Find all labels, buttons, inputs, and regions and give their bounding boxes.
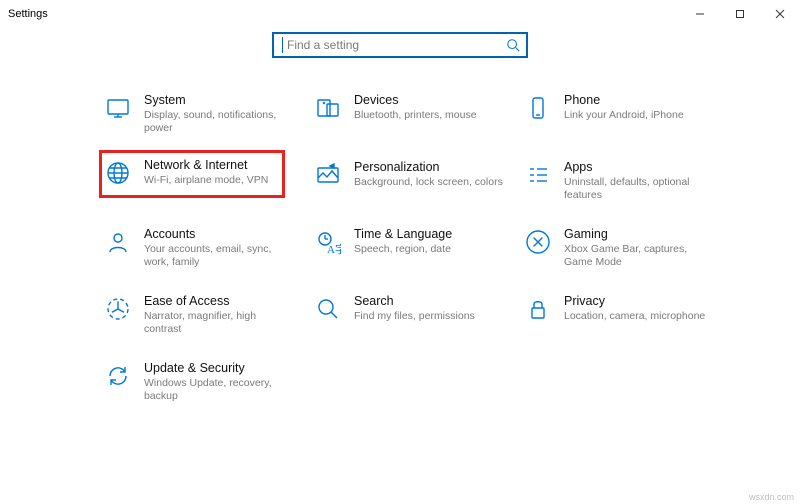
tile-desc: Windows Update, recovery, backup — [144, 377, 294, 403]
tile-privacy[interactable]: PrivacyLocation, camera, microphone — [524, 293, 724, 323]
tile-update[interactable]: Update & SecurityWindows Update, recover… — [104, 360, 304, 403]
tile-desc: Link your Android, iPhone — [564, 109, 714, 122]
search-icon — [506, 38, 520, 55]
tile-desc: Uninstall, defaults, optional features — [564, 176, 714, 202]
tile-desc: Xbox Game Bar, captures, Game Mode — [564, 243, 714, 269]
gaming-icon — [524, 228, 552, 256]
search-placeholder: Find a setting — [287, 38, 359, 52]
privacy-icon — [524, 295, 552, 323]
system-icon — [104, 94, 132, 122]
tile-text: Ease of AccessNarrator, magnifier, high … — [144, 293, 294, 336]
tile-text: PersonalizationBackground, lock screen, … — [354, 159, 504, 189]
window-controls — [680, 0, 800, 28]
tile-text: Update & SecurityWindows Update, recover… — [144, 360, 294, 403]
tile-title: Accounts — [144, 226, 294, 242]
devices-icon — [314, 94, 342, 122]
tile-search[interactable]: SearchFind my files, permissions — [314, 293, 514, 323]
accounts-icon — [104, 228, 132, 256]
search-container: Find a setting — [0, 32, 800, 58]
tile-title: Network & Internet — [144, 157, 280, 173]
tile-text: SystemDisplay, sound, notifications, pow… — [144, 92, 294, 135]
tile-desc: Location, camera, microphone — [564, 310, 714, 323]
tile-desc: Display, sound, notifications, power — [144, 109, 294, 135]
tile-desc: Narrator, magnifier, high contrast — [144, 310, 294, 336]
tile-desc: Your accounts, email, sync, work, family — [144, 243, 294, 269]
tile-text: PhoneLink your Android, iPhone — [564, 92, 714, 122]
tile-system[interactable]: SystemDisplay, sound, notifications, pow… — [104, 92, 304, 135]
tile-text: AppsUninstall, defaults, optional featur… — [564, 159, 714, 202]
phone-icon — [524, 94, 552, 122]
tile-text: PrivacyLocation, camera, microphone — [564, 293, 714, 323]
tile-title: Ease of Access — [144, 293, 294, 309]
close-button[interactable] — [760, 0, 800, 28]
search-input[interactable]: Find a setting — [272, 32, 528, 58]
titlebar: Settings — [0, 0, 800, 28]
tile-title: Update & Security — [144, 360, 294, 376]
maximize-icon — [735, 9, 745, 19]
tile-title: Gaming — [564, 226, 714, 242]
tile-devices[interactable]: DevicesBluetooth, printers, mouse — [314, 92, 514, 122]
tile-network[interactable]: Network & InternetWi-Fi, airplane mode, … — [100, 151, 284, 197]
tile-accounts[interactable]: AccountsYour accounts, email, sync, work… — [104, 226, 304, 269]
tile-gaming[interactable]: GamingXbox Game Bar, captures, Game Mode — [524, 226, 724, 269]
minimize-button[interactable] — [680, 0, 720, 28]
tile-title: System — [144, 92, 294, 108]
maximize-button[interactable] — [720, 0, 760, 28]
search-cat-icon — [314, 295, 342, 323]
minimize-icon — [695, 9, 705, 19]
tile-text: DevicesBluetooth, printers, mouse — [354, 92, 504, 122]
tile-text: GamingXbox Game Bar, captures, Game Mode — [564, 226, 714, 269]
tile-title: Time & Language — [354, 226, 504, 242]
globe-icon — [104, 159, 132, 187]
tile-desc: Background, lock screen, colors — [354, 176, 504, 189]
tile-personalize[interactable]: PersonalizationBackground, lock screen, … — [314, 159, 514, 189]
tile-desc: Wi-Fi, airplane mode, VPN — [144, 174, 280, 187]
tile-title: Phone — [564, 92, 714, 108]
apps-icon — [524, 161, 552, 189]
search-cursor — [282, 37, 283, 53]
tile-text: AccountsYour accounts, email, sync, work… — [144, 226, 294, 269]
tile-desc: Find my files, permissions — [354, 310, 504, 323]
update-icon — [104, 362, 132, 390]
tile-ease[interactable]: Ease of AccessNarrator, magnifier, high … — [104, 293, 304, 336]
tile-title: Search — [354, 293, 504, 309]
tile-text: Network & InternetWi-Fi, airplane mode, … — [144, 157, 280, 187]
watermark: wsxdn.com — [749, 492, 794, 502]
tile-time[interactable]: Time & LanguageSpeech, region, date — [314, 226, 514, 256]
time-lang-icon — [314, 228, 342, 256]
tile-apps[interactable]: AppsUninstall, defaults, optional featur… — [524, 159, 724, 202]
personalize-icon — [314, 161, 342, 189]
tile-text: Time & LanguageSpeech, region, date — [354, 226, 504, 256]
window-title: Settings — [8, 8, 48, 20]
tile-text: SearchFind my files, permissions — [354, 293, 504, 323]
close-icon — [775, 9, 785, 19]
ease-icon — [104, 295, 132, 323]
tile-title: Devices — [354, 92, 504, 108]
tile-desc: Bluetooth, printers, mouse — [354, 109, 504, 122]
tile-desc: Speech, region, date — [354, 243, 504, 256]
tile-title: Personalization — [354, 159, 504, 175]
tile-title: Privacy — [564, 293, 714, 309]
settings-grid: SystemDisplay, sound, notifications, pow… — [104, 92, 800, 403]
tile-phone[interactable]: PhoneLink your Android, iPhone — [524, 92, 724, 122]
tile-title: Apps — [564, 159, 714, 175]
